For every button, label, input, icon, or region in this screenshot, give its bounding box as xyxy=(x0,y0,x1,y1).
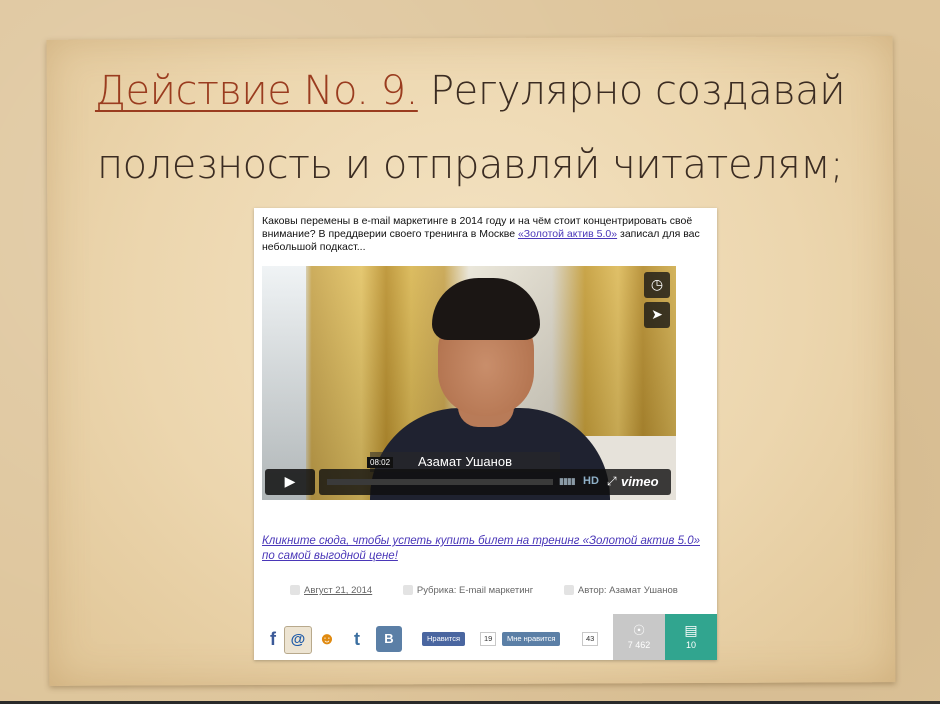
fullscreen-icon[interactable]: ⤢ xyxy=(607,474,617,489)
clock-icon[interactable]: ◷ xyxy=(644,272,670,298)
author-icon xyxy=(563,585,574,596)
play-button[interactable]: ▶ xyxy=(265,469,315,495)
twitter-icon[interactable]: t xyxy=(344,626,370,652)
post-author: Автор: Азамат Ушанов xyxy=(577,585,678,596)
category-icon xyxy=(402,585,413,596)
vk-like-label: Мне нравится xyxy=(507,634,556,643)
slide-title-rest: Регулярно создавай xyxy=(430,68,846,114)
slide-title-accent: Действие No. 9. xyxy=(94,68,418,114)
social-bar: f @ ☻ t В Нравится 19 Мне нравится 43 ☉ … xyxy=(254,612,717,660)
comments-count: 10 xyxy=(685,640,696,650)
hd-button[interactable]: HD xyxy=(583,475,599,487)
volume-icon[interactable]: ▮▮▮▮ xyxy=(559,477,576,487)
fb-like-button[interactable]: Нравится xyxy=(422,632,466,646)
cta-link[interactable]: Кликните сюда, чтобы успеть купить билет… xyxy=(262,534,702,564)
calendar-icon xyxy=(290,585,300,596)
views-count: 7 462 xyxy=(627,640,651,650)
video-controls: ▶ 08:02 ▮▮▮▮ HD ⤢ vimeo xyxy=(265,457,671,495)
control-bar: 08:02 ▮▮▮▮ HD ⤢ vimeo xyxy=(319,457,671,495)
views-counter: ☉ 7 462 xyxy=(613,614,665,660)
fb-like-count: 19 xyxy=(480,632,497,646)
post-category[interactable]: Рубрика: E-mail маркетинг xyxy=(417,585,533,596)
vk-like-count: 43 xyxy=(582,632,599,646)
vk-like-button[interactable]: Мне нравится xyxy=(502,632,561,646)
vk-icon[interactable]: В xyxy=(376,626,402,652)
post-meta: Август 21, 2014 Рубрика: E-mail маркетин… xyxy=(290,585,710,596)
video-player[interactable]: ◷ ➤ Азамат Ушанов ▶ 08:02 ▮▮▮▮ HD ⤢ vime… xyxy=(262,266,676,500)
send-icon[interactable]: ➤ xyxy=(644,302,670,328)
comments-counter[interactable]: ▤ 10 xyxy=(665,614,717,660)
slide-title-line2: полезность и отправляй читателям; xyxy=(97,142,843,188)
facebook-icon[interactable]: f xyxy=(260,626,286,652)
odnoklassniki-icon[interactable]: ☻ xyxy=(314,626,340,652)
training-link[interactable]: «Золотой актив 5.0» xyxy=(518,228,617,240)
vimeo-logo[interactable]: vimeo xyxy=(621,474,659,489)
post-date[interactable]: Август 21, 2014 xyxy=(304,585,372,596)
eye-icon: ☉ xyxy=(632,622,646,638)
progress-track[interactable] xyxy=(327,479,553,485)
fb-like-label: Нравится xyxy=(427,634,461,643)
post-intro: Каковы перемены в e-mail маркетинге в 20… xyxy=(262,215,702,254)
blog-post-screenshot: Каковы перемены в e-mail маркетинге в 20… xyxy=(254,208,717,660)
comment-icon: ▤ xyxy=(684,622,698,638)
video-time: 08:02 xyxy=(367,457,394,468)
mail-icon[interactable]: @ xyxy=(284,626,312,654)
play-icon: ▶ xyxy=(284,474,296,490)
slide-title-line1: Действие No. 9. Регулярно создавай xyxy=(0,68,940,114)
